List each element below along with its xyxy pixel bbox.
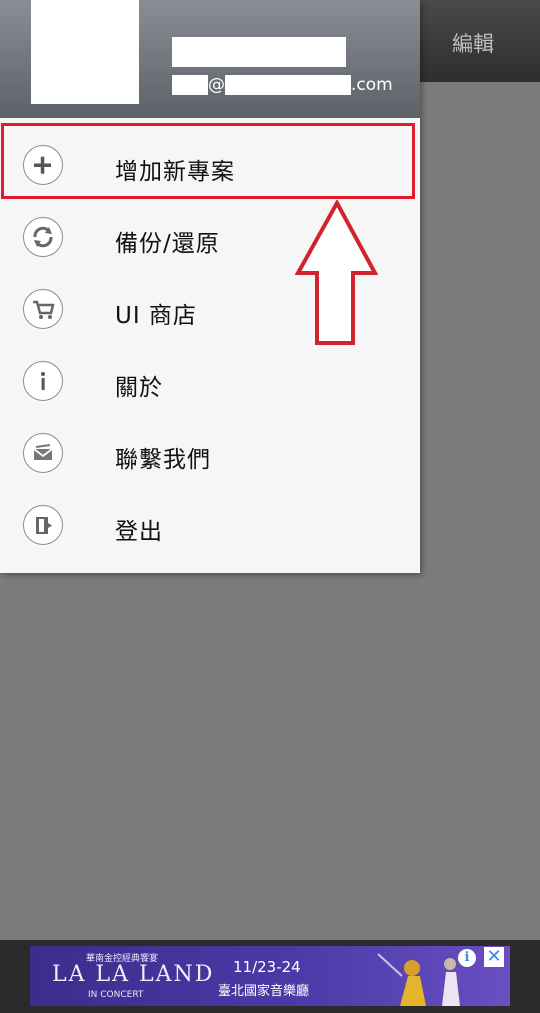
sync-icon <box>23 217 63 257</box>
ad-title: LA LA LAND <box>52 962 215 987</box>
info-icon <box>23 361 63 401</box>
menu-item-logout[interactable]: 登出 <box>0 490 420 562</box>
email-at: @ <box>208 75 225 95</box>
dancers-image <box>377 953 460 1006</box>
mail-icon <box>23 433 63 473</box>
menu-item-about[interactable]: 關於 <box>0 346 420 418</box>
ad-venue: 臺北國家音樂廳 <box>218 984 310 999</box>
email-user-redacted <box>172 75 208 95</box>
menu-item-label: 聯繫我們 <box>115 447 211 473</box>
user-email: @ .com <box>172 74 393 96</box>
highlight-box <box>1 123 415 199</box>
menu-item-label: UI 商店 <box>115 303 197 329</box>
ad-subtitle: IN CONCERT <box>88 990 144 1000</box>
menu-item-contact-us[interactable]: 聯繫我們 <box>0 418 420 490</box>
menu-item-label: 備份/還原 <box>115 231 220 257</box>
edit-button[interactable]: 編輯 <box>452 28 494 58</box>
logout-icon <box>23 505 63 545</box>
ad-banner[interactable]: 華南金控經典饗宴 LA LA LAND IN CONCERT 11/23-24 … <box>30 946 510 1006</box>
email-domain: .com <box>351 75 393 95</box>
menu-item-label: 關於 <box>115 375 163 401</box>
email-domain-redacted <box>225 75 351 95</box>
drawer-header: @ .com <box>0 0 420 118</box>
user-name-redacted <box>172 37 346 67</box>
close-glyph: ✕ <box>486 946 502 967</box>
ad-date: 11/23-24 <box>233 958 301 976</box>
avatar <box>31 0 139 104</box>
cart-icon <box>23 289 63 329</box>
up-arrow-icon <box>295 200 379 345</box>
menu-item-label: 登出 <box>115 519 163 545</box>
ad-info-icon[interactable]: i <box>458 949 476 967</box>
ad-close-icon[interactable]: ✕ <box>484 947 504 967</box>
